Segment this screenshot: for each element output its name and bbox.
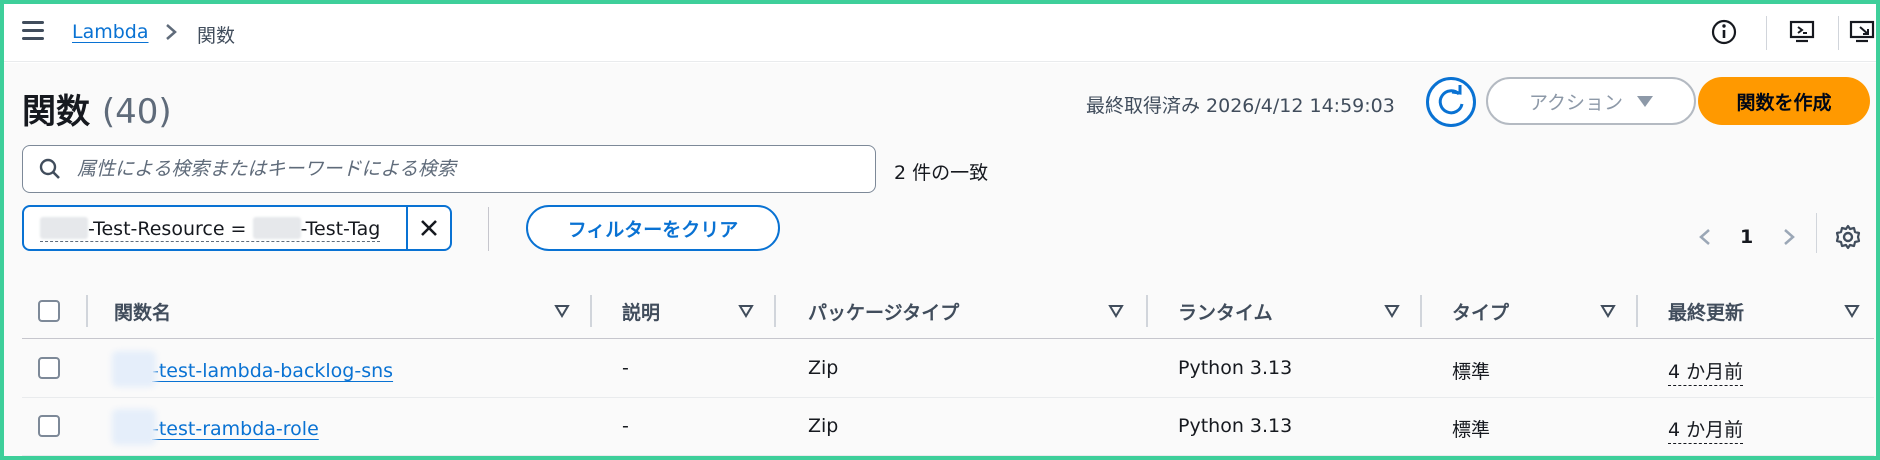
filter-token-key: -Test-Resource = (88, 218, 253, 240)
match-count: 2 件の一致 (894, 162, 989, 184)
top-bar: Lambda 関数 (4, 4, 1876, 62)
page-title-text: 関数 (22, 92, 90, 132)
sort-icon[interactable] (1600, 303, 1616, 319)
chevron-right-icon (166, 24, 177, 40)
column-divider (1636, 295, 1638, 327)
redacted-text (252, 217, 301, 239)
filter-token-text: -Test-Resource = -Test-Tag (40, 217, 381, 242)
search-icon (39, 158, 60, 179)
current-page-number[interactable]: 1 (1740, 226, 1753, 248)
column-header-function-name[interactable]: 関数名 (114, 283, 171, 339)
remove-filter-button[interactable] (406, 207, 450, 249)
row-checkbox[interactable] (38, 415, 60, 437)
clear-filters-button[interactable]: フィルターをクリア (526, 205, 780, 251)
redacted-text (40, 217, 88, 239)
refresh-button[interactable] (1426, 77, 1476, 127)
column-header-last-modified[interactable]: 最終更新 (1668, 283, 1744, 339)
description-cell: - (622, 357, 629, 379)
function-count: (40) (101, 92, 172, 132)
runtime-cell: Python 3.13 (1178, 357, 1293, 379)
column-divider (1146, 295, 1148, 327)
function-name-cell: -test-rambda-role (112, 409, 319, 445)
table-row: -test-lambda-backlog-sns - Zip Python 3.… (22, 340, 1874, 398)
page-title: 関数 (40) (22, 84, 172, 133)
last-fetched-timestamp: 最終取得済み 2026/4/12 14:59:03 (1086, 95, 1395, 117)
filter-token[interactable]: -Test-Resource = -Test-Tag (22, 205, 452, 251)
next-page-icon[interactable] (1782, 227, 1796, 247)
column-divider (86, 295, 88, 327)
sort-icon[interactable] (738, 303, 754, 319)
package-type-cell: Zip (808, 357, 839, 379)
split-panel-icon[interactable] (1848, 18, 1876, 46)
feedback-icon[interactable] (1788, 18, 1816, 46)
gear-icon[interactable] (1834, 223, 1862, 251)
sort-icon[interactable] (1844, 303, 1860, 319)
refresh-icon (1438, 85, 1464, 115)
sort-icon[interactable] (1108, 303, 1124, 319)
main-content: 関数 (40) 最終取得済み 2026/4/12 14:59:03 アクション … (4, 63, 1876, 456)
breadcrumb-lambda-link[interactable]: Lambda (72, 21, 149, 43)
table-header: 関数名 説明 パッケージタイプ ランタイム タイプ 最終更新 (22, 283, 1874, 339)
type-cell: 標準 (1452, 361, 1491, 383)
app-window: Lambda 関数 関数 (40) 最終取得済み 2026/4/12 14:59… (4, 4, 1876, 456)
description-cell: - (622, 415, 629, 437)
last-modified-cell: 4 か月前 (1668, 357, 1744, 386)
close-icon (421, 220, 437, 236)
toolbar-divider (1766, 16, 1767, 50)
actions-dropdown-button[interactable]: アクション (1486, 77, 1696, 125)
runtime-cell: Python 3.13 (1178, 415, 1293, 437)
column-divider (774, 295, 776, 327)
actions-label: アクション (1528, 91, 1624, 114)
column-header-package-type[interactable]: パッケージタイプ (808, 283, 959, 339)
search-box (22, 145, 876, 193)
sort-icon[interactable] (1384, 303, 1400, 319)
info-icon[interactable] (1710, 18, 1738, 46)
caret-down-icon (1637, 95, 1654, 107)
create-function-button[interactable]: 関数を作成 (1698, 77, 1870, 125)
last-modified-cell: 4 か月前 (1668, 415, 1744, 444)
column-header-runtime[interactable]: ランタイム (1178, 283, 1273, 339)
toolbar-divider (1838, 16, 1839, 50)
select-all-checkbox[interactable] (38, 300, 60, 322)
sort-icon[interactable] (554, 303, 570, 319)
column-divider (1420, 295, 1422, 327)
previous-page-icon[interactable] (1698, 227, 1712, 247)
row-checkbox[interactable] (38, 357, 60, 379)
table-row: -test-rambda-role - Zip Python 3.13 標準 4… (22, 398, 1874, 456)
function-name-link[interactable]: -test-lambda-backlog-sns (152, 360, 393, 382)
filter-divider (488, 207, 489, 251)
type-cell: 標準 (1452, 419, 1491, 441)
filter-token-value: -Test-Tag (300, 218, 381, 240)
breadcrumb-current: 関数 (197, 25, 236, 47)
column-header-description[interactable]: 説明 (622, 283, 660, 339)
package-type-cell: Zip (808, 415, 839, 437)
function-name-link[interactable]: -test-rambda-role (152, 418, 319, 440)
column-divider (590, 295, 592, 327)
hamburger-menu-icon[interactable] (22, 21, 44, 41)
pagination-divider (1816, 213, 1817, 253)
search-input[interactable] (77, 146, 857, 192)
column-header-type[interactable]: タイプ (1452, 283, 1509, 339)
function-name-cell: -test-lambda-backlog-sns (112, 351, 393, 387)
redacted-text (112, 351, 156, 387)
redacted-text (112, 409, 156, 445)
